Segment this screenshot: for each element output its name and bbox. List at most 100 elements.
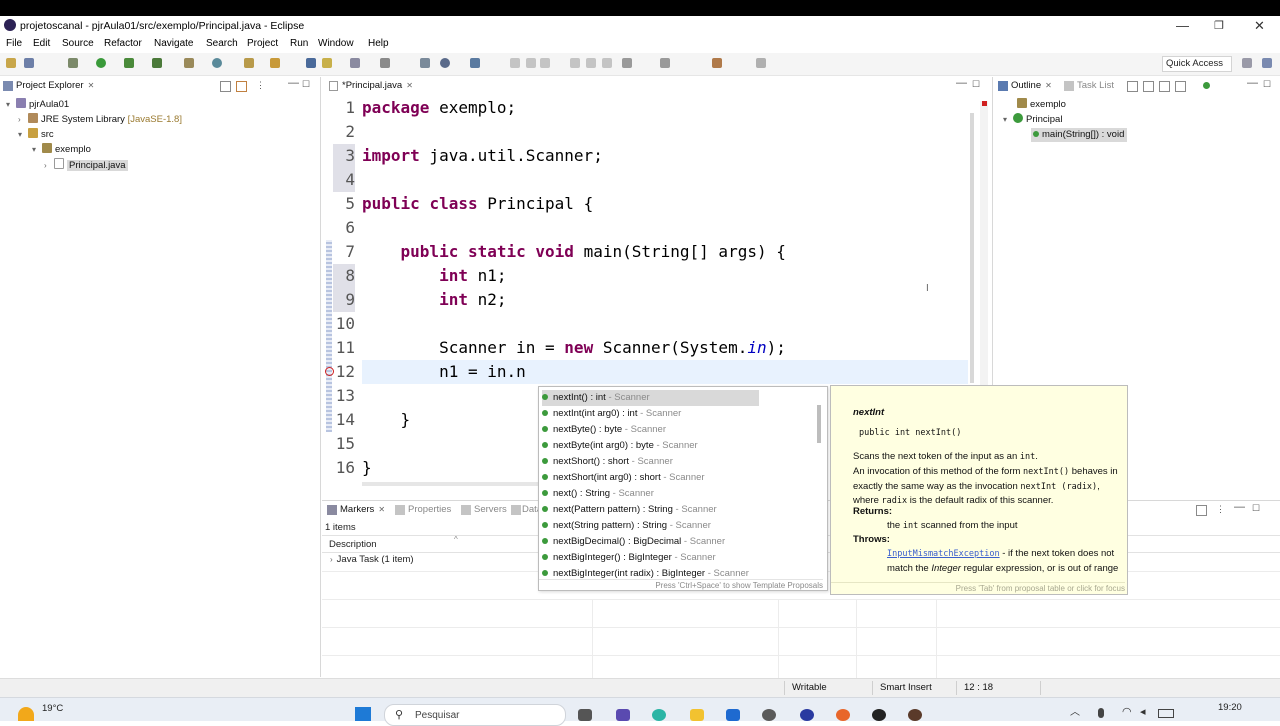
search-icon[interactable] [270, 58, 280, 68]
code-line[interactable]: 16} [333, 456, 372, 480]
collapse-all-icon[interactable] [1127, 81, 1138, 92]
maximize-view-icon[interactable]: ☐ [302, 79, 310, 90]
tree-item-project[interactable]: ▾ pjrAula01 [6, 98, 69, 112]
table-row[interactable]: › Java Task (1 item) [330, 554, 414, 565]
code-line[interactable]: 7 public static void main(String[] args)… [333, 240, 786, 264]
menu-file[interactable]: File [6, 38, 22, 49]
tree-item-jre[interactable]: › JRE System Library [JavaSE-1.8] [18, 113, 182, 127]
tree-item-package[interactable]: ▾ exemplo [32, 143, 91, 157]
code-line[interactable]: 10 [333, 312, 355, 336]
code-line[interactable]: 12 n1 = in.n [333, 360, 526, 384]
java-perspective-icon[interactable] [1262, 58, 1272, 68]
expand-icon[interactable]: ▾ [1003, 113, 1013, 127]
eclipse-taskbar-icon[interactable] [908, 709, 922, 721]
proposal-item[interactable]: nextByte(int arg0) : byte - Scanner [542, 438, 698, 454]
expand-icon[interactable]: › [330, 555, 333, 564]
task-view-icon[interactable] [578, 709, 592, 721]
expand-icon[interactable]: ▾ [6, 98, 16, 112]
tree-item-src[interactable]: ▾ src [18, 128, 54, 142]
save-icon[interactable] [24, 58, 34, 68]
menu-search[interactable]: Search [206, 38, 238, 49]
microphone-icon[interactable] [1098, 708, 1104, 718]
toggle-mark-occurrences-icon[interactable] [322, 58, 332, 68]
code-line[interactable]: 3 import java.util.Scanner; [333, 144, 602, 168]
code-line[interactable]: 9 int n2; [333, 288, 506, 312]
battery-icon[interactable] [1158, 709, 1174, 718]
terminate-icon[interactable] [540, 58, 550, 68]
edge-icon[interactable] [652, 709, 666, 721]
code-line[interactable]: 13 [333, 384, 355, 408]
expand-icon[interactable]: ▾ [18, 128, 28, 142]
code-line[interactable]: 5 public class Principal { [333, 192, 593, 216]
show-whitespace-icon[interactable] [420, 58, 430, 68]
tab-project-explorer[interactable]: Project Explorer ✕ [0, 77, 126, 95]
new-icon[interactable] [6, 58, 16, 68]
view-menu-icon[interactable]: ⋮ [1216, 504, 1225, 515]
minimize-view-icon[interactable]: — [1234, 501, 1245, 513]
maximize-view-icon[interactable]: ☐ [1252, 503, 1260, 514]
weather-icon[interactable] [18, 707, 34, 721]
debug-icon[interactable] [68, 58, 78, 68]
format-icon[interactable] [350, 58, 360, 68]
minimize-view-icon[interactable]: — [1247, 77, 1258, 89]
proposal-item[interactable]: next(Pattern pattern) : String - Scanner [542, 502, 717, 518]
volume-icon[interactable]: ◂ [1140, 705, 1146, 718]
tab-markers[interactable]: Markers ✕ [324, 501, 402, 519]
minimize-view-icon[interactable]: — [956, 77, 967, 89]
minimize-view-icon[interactable]: — [288, 77, 299, 89]
filter-icon[interactable] [1196, 505, 1207, 516]
weather-temperature[interactable]: 19°C [42, 703, 63, 714]
code-line[interactable]: 8 int n1; [333, 264, 506, 288]
code-line[interactable]: 6 [333, 216, 355, 240]
outline-item-method[interactable]: main(String[]) : void [1031, 128, 1128, 142]
tab-editor-principal[interactable]: *Principal.java ✕ [326, 77, 430, 95]
menu-window[interactable]: Window [318, 38, 354, 49]
hide-non-public-icon[interactable] [1203, 82, 1210, 89]
expand-icon[interactable]: ▾ [32, 143, 42, 157]
menu-source[interactable]: Source [62, 38, 94, 49]
outline-item-class[interactable]: ▾ Principal [1003, 113, 1062, 127]
terminal-icon[interactable] [470, 58, 480, 68]
proposal-scrollbar[interactable] [817, 405, 821, 443]
code-line[interactable]: 1 package exemplo; [333, 96, 516, 120]
maximize-view-icon[interactable]: ☐ [1263, 79, 1271, 90]
proposal-item[interactable]: next() : String - Scanner [542, 486, 654, 502]
minimize-icon[interactable]: — [1176, 18, 1189, 33]
menu-run[interactable]: Run [290, 38, 308, 49]
collapse-all-icon[interactable] [220, 81, 231, 92]
view-menu-icon[interactable]: ⋮ [256, 80, 265, 91]
hide-static-icon[interactable] [1175, 81, 1186, 92]
close-icon[interactable]: ✕ [406, 81, 413, 90]
wifi-icon[interactable]: ◠ [1122, 705, 1132, 718]
quick-access-input[interactable]: Quick Access [1162, 56, 1232, 72]
settings-gear-icon[interactable] [762, 709, 776, 721]
error-marker-icon[interactable] [982, 101, 987, 106]
proposal-item[interactable]: nextBigInteger() : BigInteger - Scanner [542, 550, 716, 566]
perspective-open-icon[interactable] [1242, 58, 1252, 68]
code-line[interactable]: 2 [333, 120, 355, 144]
menu-refactor[interactable]: Refactor [104, 38, 142, 49]
menu-project[interactable]: Project [247, 38, 278, 49]
expand-icon[interactable]: › [44, 159, 54, 173]
suspend-icon[interactable] [526, 58, 536, 68]
taskbar-search-box[interactable]: ⚲ Pesquisar [384, 704, 566, 726]
firefox-icon[interactable] [836, 709, 850, 721]
new-class-icon[interactable] [212, 58, 222, 68]
windows-start-icon[interactable] [355, 707, 371, 721]
close-icon[interactable]: ✕ [88, 81, 95, 90]
step-icon[interactable] [510, 58, 520, 68]
proposal-item[interactable]: nextInt() : int - Scanner [542, 390, 759, 406]
proposal-item[interactable]: nextByte() : byte - Scanner [542, 422, 666, 438]
globe-icon[interactable] [440, 58, 450, 68]
clock-time[interactable]: 19:20 [1218, 702, 1242, 713]
show-hidden-icons-icon[interactable]: ︿ [1070, 703, 1080, 718]
column-description[interactable]: Description [329, 539, 377, 550]
mail-icon[interactable] [726, 709, 740, 721]
status-insert-mode[interactable]: Smart Insert [880, 682, 932, 693]
proposal-item[interactable]: nextShort(int arg0) : short - Scanner [542, 470, 705, 486]
expand-icon[interactable]: › [18, 113, 28, 127]
link-with-editor-icon[interactable] [236, 81, 247, 92]
close-icon[interactable]: ✕ [378, 505, 385, 514]
content-assist-popup[interactable]: nextInt() : int - Scanner nextInt(int arg… [538, 386, 828, 591]
code-line[interactable]: 11 Scanner in = new Scanner(System.in); [333, 336, 786, 360]
